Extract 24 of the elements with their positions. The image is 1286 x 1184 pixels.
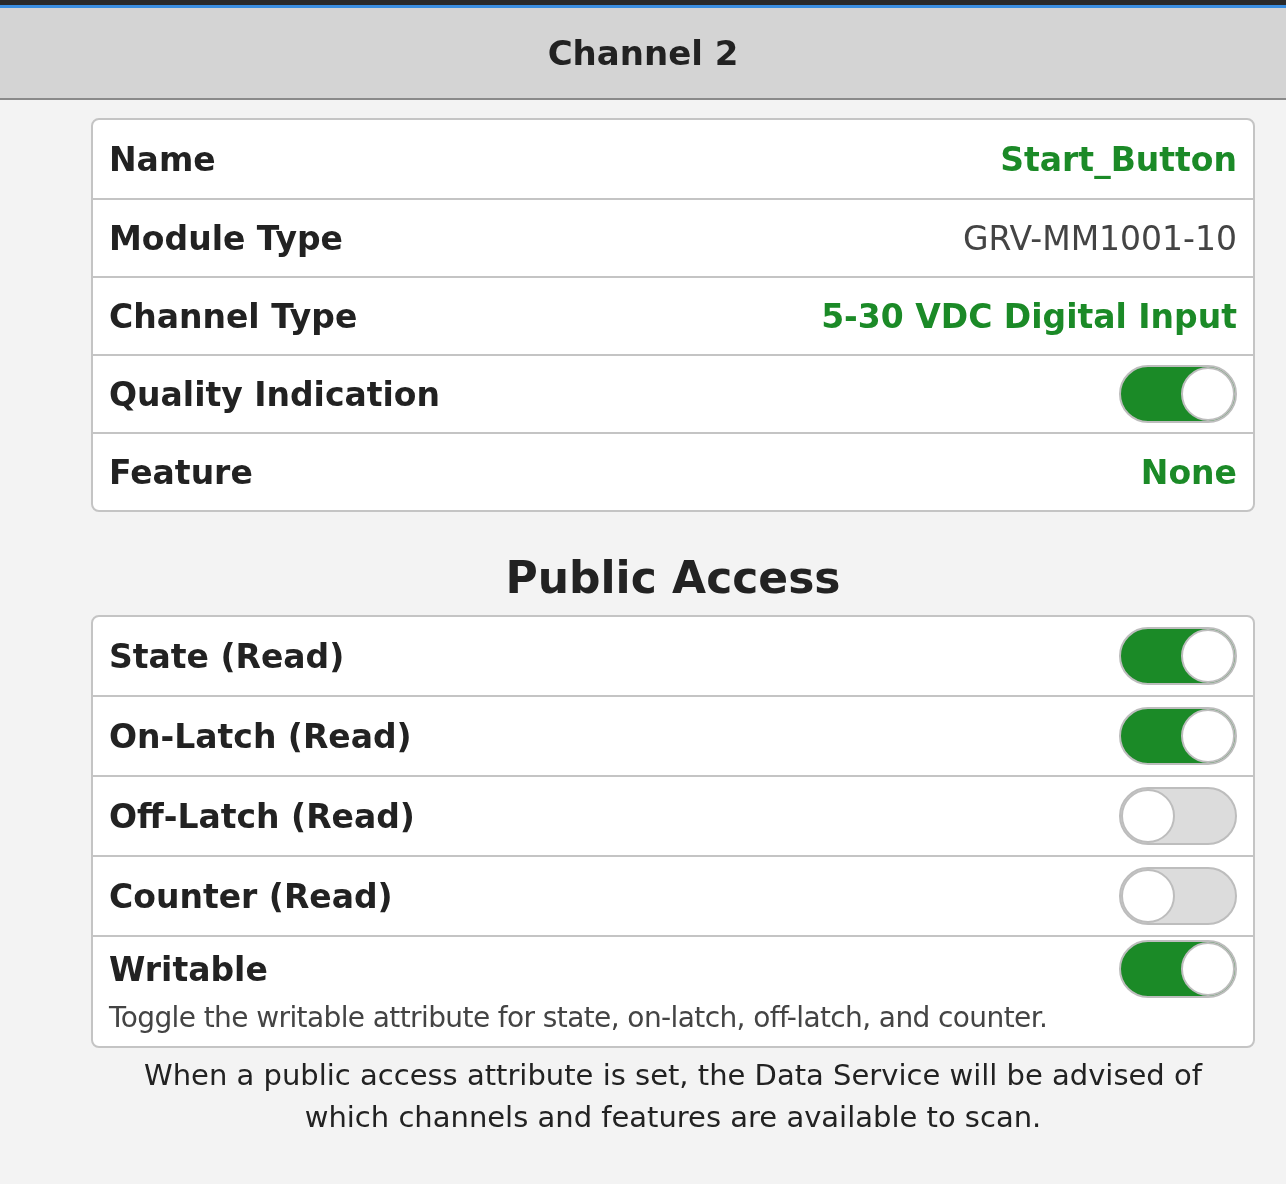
row-value[interactable]: Start_Button <box>1000 139 1237 179</box>
row-value[interactable]: 5-30 VDC Digital Input <box>821 296 1237 336</box>
toggle-switch[interactable] <box>1119 940 1237 998</box>
row-label: Quality Indication <box>109 374 440 414</box>
row-label: Counter (Read) <box>109 876 393 916</box>
row-label: Module Type <box>109 218 343 258</box>
row-label: Channel Type <box>109 296 358 336</box>
row-label: Name <box>109 139 216 179</box>
row-label: State (Read) <box>109 636 345 676</box>
row-label: Off-Latch (Read) <box>109 796 415 836</box>
row-label: Writable <box>109 949 268 989</box>
toggle-switch[interactable] <box>1119 627 1237 685</box>
toggle-switch[interactable] <box>1119 867 1237 925</box>
row-value[interactable]: None <box>1140 452 1237 492</box>
row-value: GRV-MM1001-10 <box>962 218 1237 258</box>
row-label: On-Latch (Read) <box>109 716 412 756</box>
row-label: Feature <box>109 452 253 492</box>
toggle-switch[interactable] <box>1119 787 1237 845</box>
window-title: Channel 2 <box>547 33 739 73</box>
toggle-switch[interactable] <box>1119 707 1237 765</box>
section-heading: Public Access <box>504 552 842 603</box>
info-note: When a public access attribute is set, the Data Service will be advised of which channels and features are available to scan. <box>143 1057 1204 1136</box>
toggle-switch[interactable] <box>1119 365 1237 423</box>
row-description: Toggle the writable attribute for state, on-latch, off-latch, and counter. <box>109 1001 1049 1036</box>
